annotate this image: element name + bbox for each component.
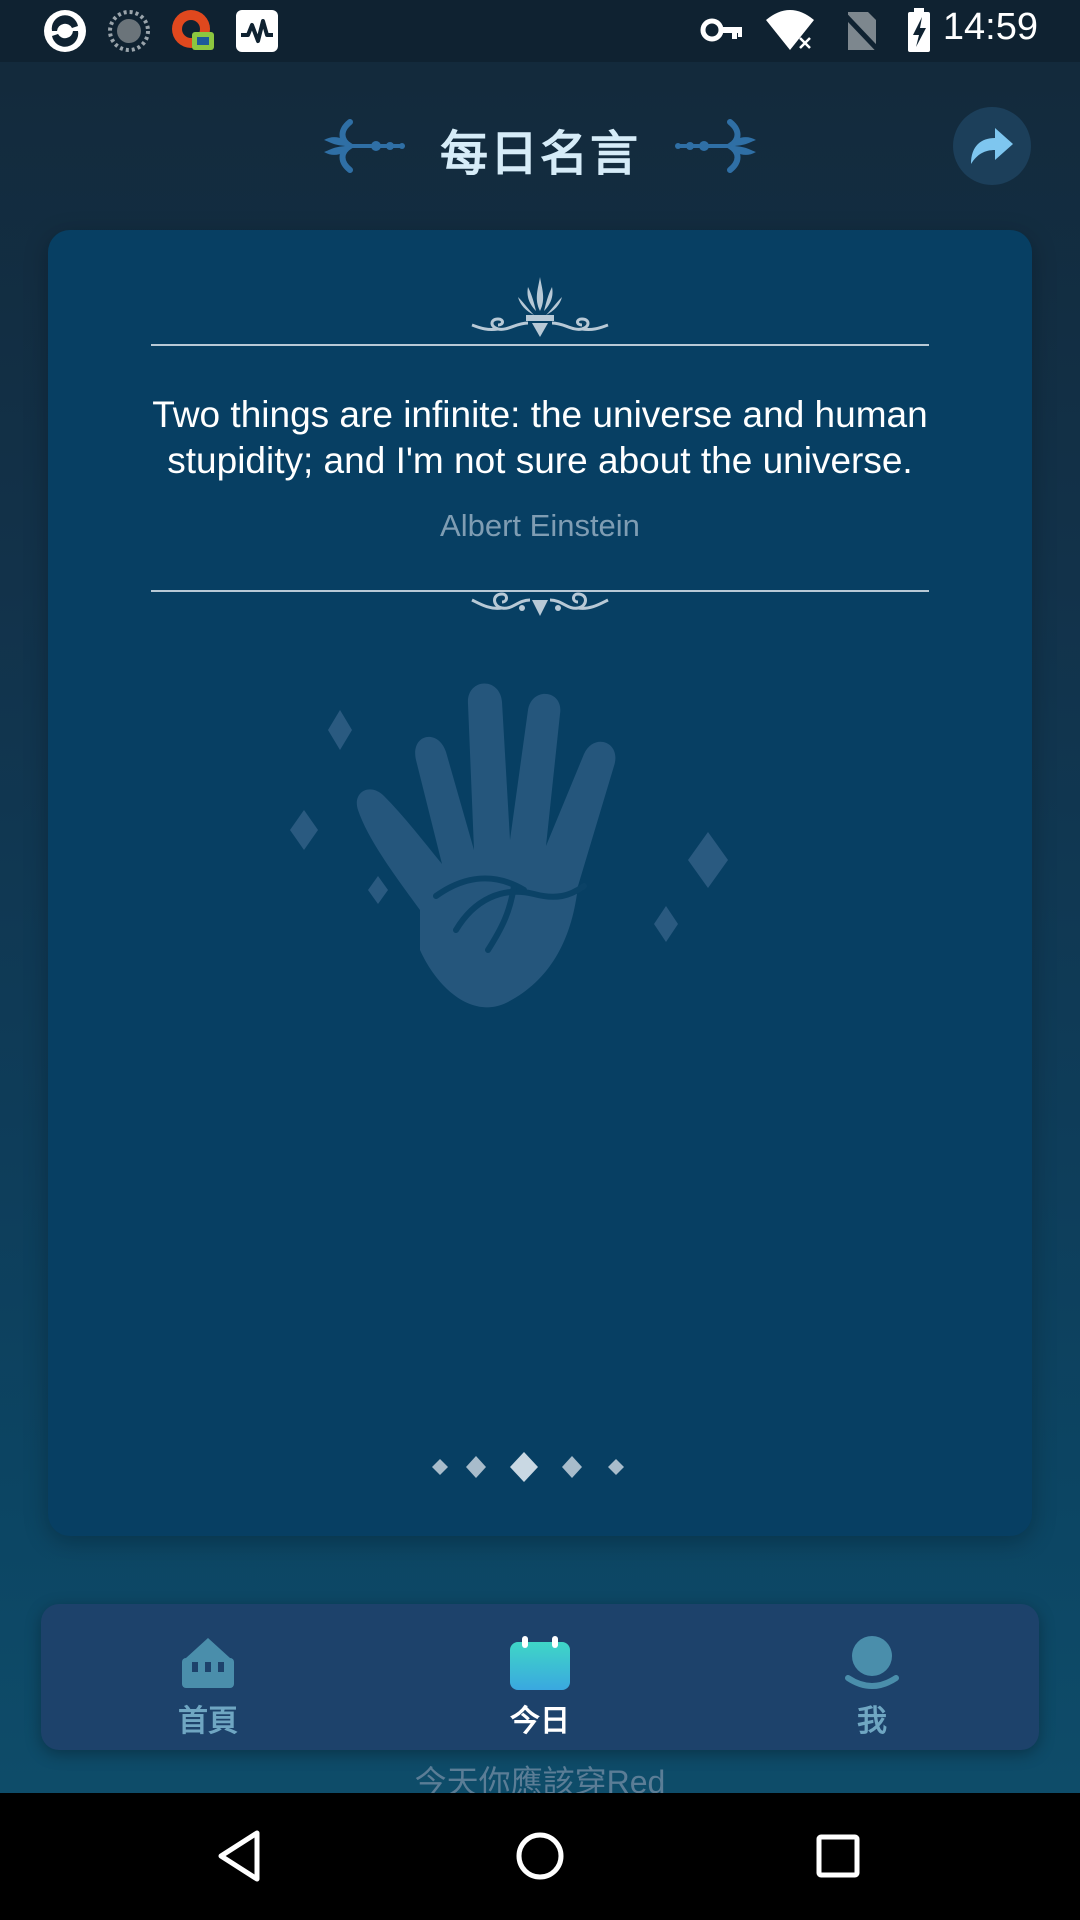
page-dot-4 — [562, 1456, 582, 1478]
wifi-icon — [764, 8, 820, 54]
page-title: 每日名言 — [439, 126, 640, 182]
page-dot-1 — [432, 1459, 448, 1475]
share-button[interactable] — [953, 107, 1031, 185]
status-bar: 14:59 — [0, 0, 1080, 62]
nav-item-home[interactable]: 首頁 — [108, 1604, 308, 1750]
page-indicator — [432, 1452, 624, 1482]
page-dot-2 — [466, 1456, 486, 1478]
quote-author: Albert Einstein — [440, 508, 640, 543]
palm-hand-icon — [290, 683, 728, 1008]
nav-label-today: 今日 — [510, 1704, 570, 1739]
quote-text: Two things are infinite: the universe an… — [152, 394, 928, 481]
top-divider — [151, 344, 929, 346]
bottom-navigation: 首頁 今日 我 — [41, 1604, 1039, 1750]
profile-icon — [845, 1636, 899, 1689]
crown-ornament-icon — [471, 277, 609, 337]
page-dot-3-active — [510, 1452, 538, 1482]
status-time: 14:59 — [942, 6, 1038, 48]
system-navigation-bar — [0, 1793, 1080, 1920]
no-sim-icon — [838, 8, 884, 54]
page-dot-5 — [608, 1459, 624, 1475]
share-arrow-icon — [971, 128, 1013, 164]
outfit-suggestion-text: 今天你應該穿Red — [414, 1764, 666, 1793]
recents-icon[interactable] — [805, 1823, 871, 1889]
quote-card[interactable]: Two things are infinite: the universe an… — [48, 230, 1032, 1536]
loading-circle-icon — [106, 8, 152, 54]
vpn-key-icon — [700, 8, 746, 54]
fleur-ornament-right-icon — [675, 119, 756, 173]
home-circle-icon[interactable] — [507, 1823, 573, 1889]
back-icon[interactable] — [207, 1823, 273, 1889]
vpn-app-icon — [170, 8, 216, 54]
activity-monitor-icon — [234, 8, 280, 54]
app-notification-icon — [42, 8, 88, 54]
calendar-icon — [510, 1636, 570, 1690]
nav-label-home: 首頁 — [178, 1704, 238, 1739]
nav-item-today[interactable]: 今日 — [440, 1604, 640, 1750]
nav-label-me: 我 — [857, 1704, 887, 1739]
nav-item-me[interactable]: 我 — [772, 1604, 972, 1750]
scroll-ornament-icon — [471, 592, 609, 616]
battery-charging-icon — [898, 8, 944, 54]
header: 每日名言 — [0, 62, 1080, 232]
home-icon — [182, 1638, 234, 1688]
